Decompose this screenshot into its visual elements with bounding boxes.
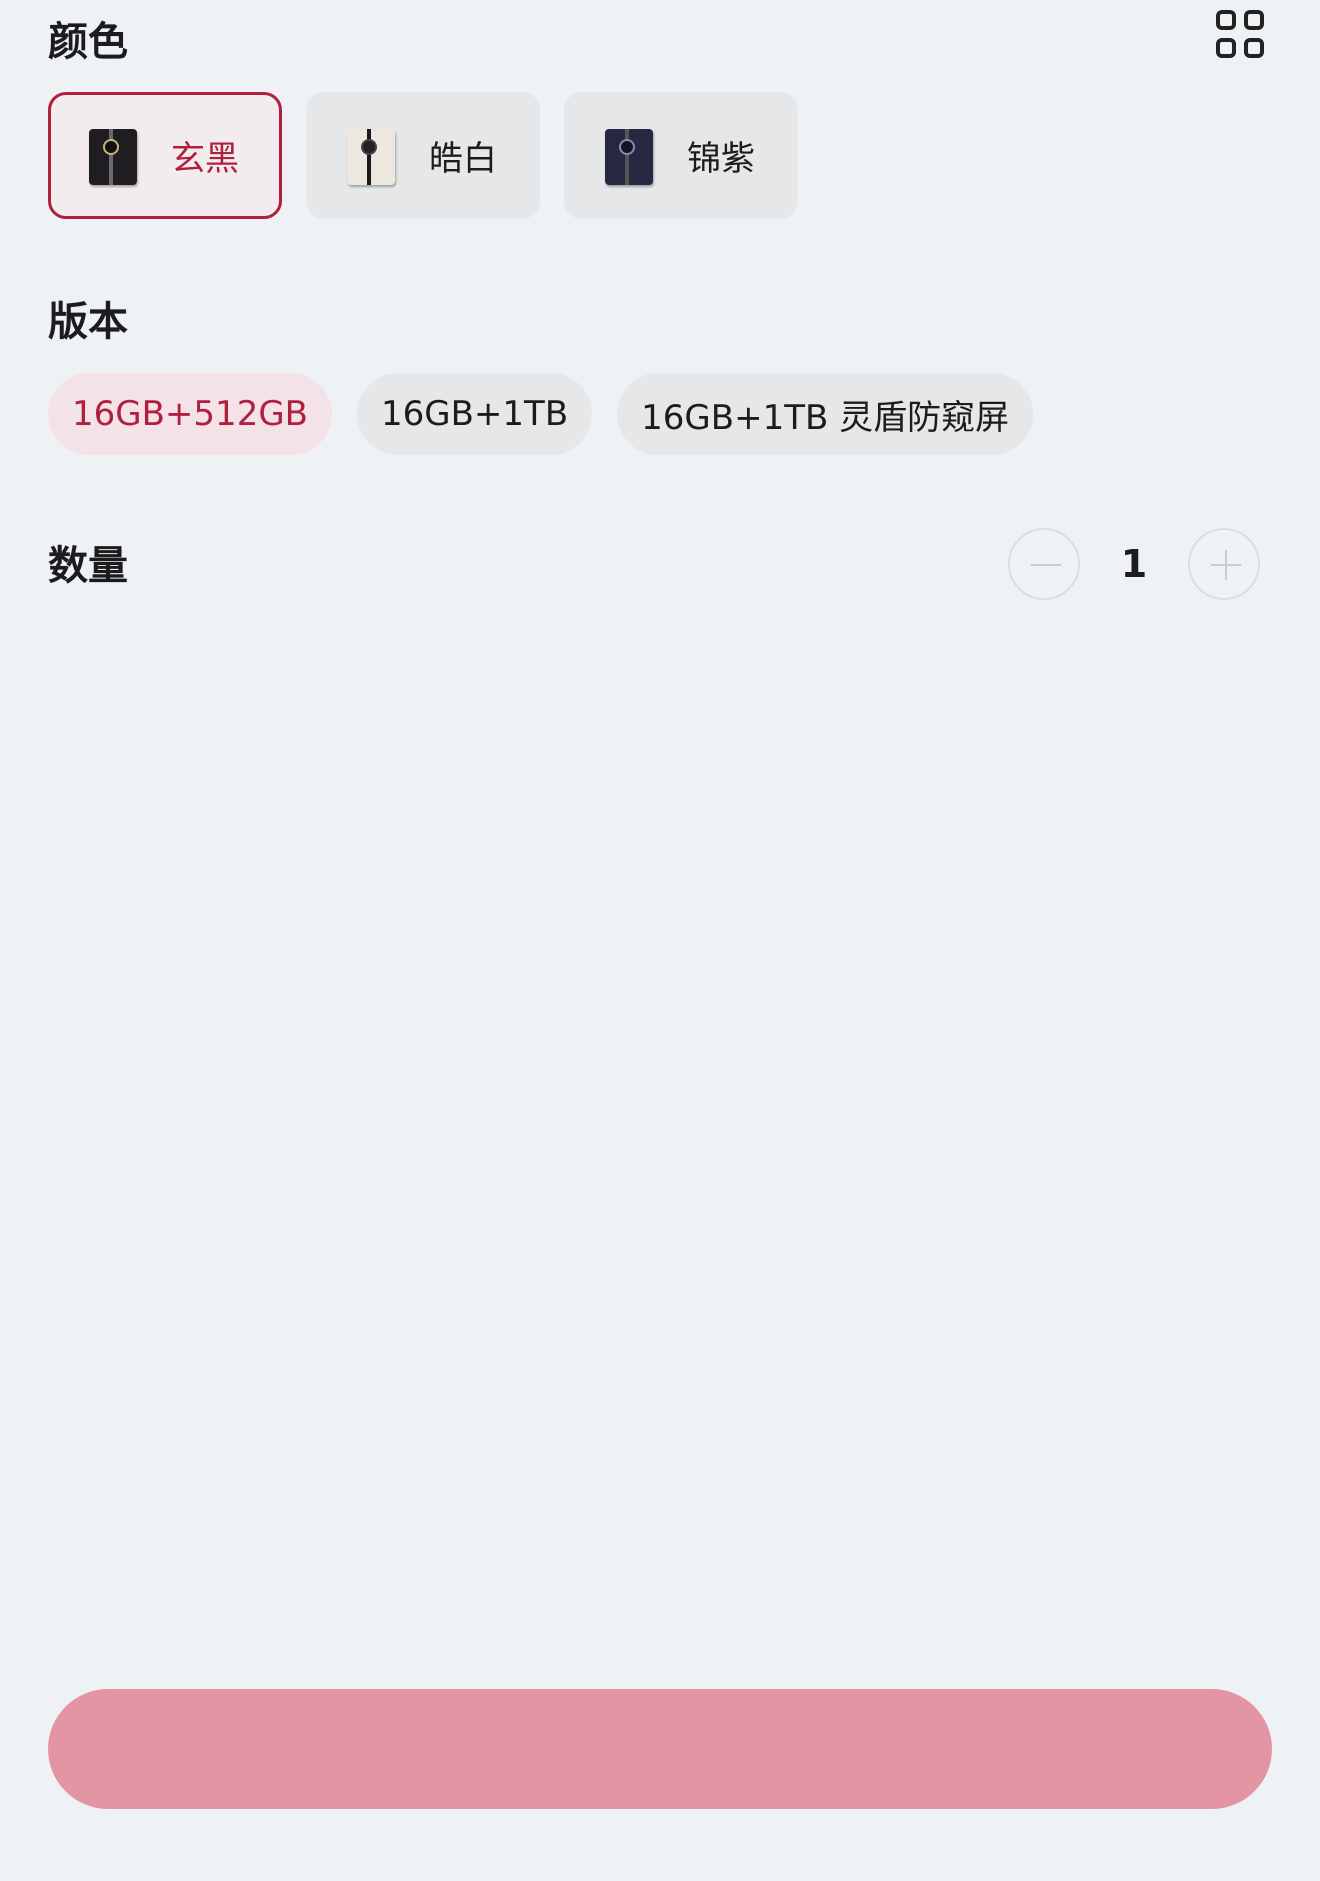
grid-cell bbox=[1216, 38, 1236, 58]
phone-black-thumbnail bbox=[85, 125, 141, 187]
grid-cell bbox=[1216, 10, 1236, 30]
grid-cell bbox=[1244, 10, 1264, 30]
version-options: 16GB+512GB 16GB+1TB 16GB+1TB 灵盾防窥屏 bbox=[48, 373, 1034, 455]
color-options: 玄黑 皓白 锦紫 bbox=[48, 92, 798, 219]
minus-icon bbox=[1031, 564, 1061, 566]
grid-cell bbox=[1244, 38, 1264, 58]
color-option-label: 锦紫 bbox=[687, 139, 755, 179]
color-option-label: 皓白 bbox=[429, 139, 497, 179]
phone-purple-thumbnail bbox=[601, 125, 657, 187]
version-option-1tb-privacy[interactable]: 16GB+1TB 灵盾防窥屏 bbox=[617, 373, 1034, 455]
version-section-title: 版本 bbox=[48, 299, 128, 345]
quantity-value: 1 bbox=[1120, 542, 1148, 586]
buy-button[interactable] bbox=[48, 1689, 1272, 1809]
color-option-label: 玄黑 bbox=[171, 139, 239, 179]
version-option-512gb[interactable]: 16GB+512GB bbox=[48, 373, 332, 455]
increase-button[interactable] bbox=[1188, 528, 1260, 600]
color-section-title: 颜色 bbox=[48, 19, 128, 65]
decrease-button[interactable] bbox=[1008, 528, 1080, 600]
phone-white-thumbnail bbox=[343, 125, 399, 187]
color-option-purple[interactable]: 锦紫 bbox=[564, 92, 798, 219]
version-option-1tb[interactable]: 16GB+1TB bbox=[357, 373, 593, 455]
color-option-black[interactable]: 玄黑 bbox=[48, 92, 282, 219]
product-options-page: 颜色 玄黑 皓白 锦紫 版本 16GB+512GB 16GB+1TB 16GB+… bbox=[0, 0, 1320, 1881]
color-option-white[interactable]: 皓白 bbox=[306, 92, 540, 219]
quantity-stepper: 1 bbox=[1008, 528, 1260, 600]
quantity-section-title: 数量 bbox=[48, 543, 128, 589]
grid-icon[interactable] bbox=[1216, 10, 1268, 60]
